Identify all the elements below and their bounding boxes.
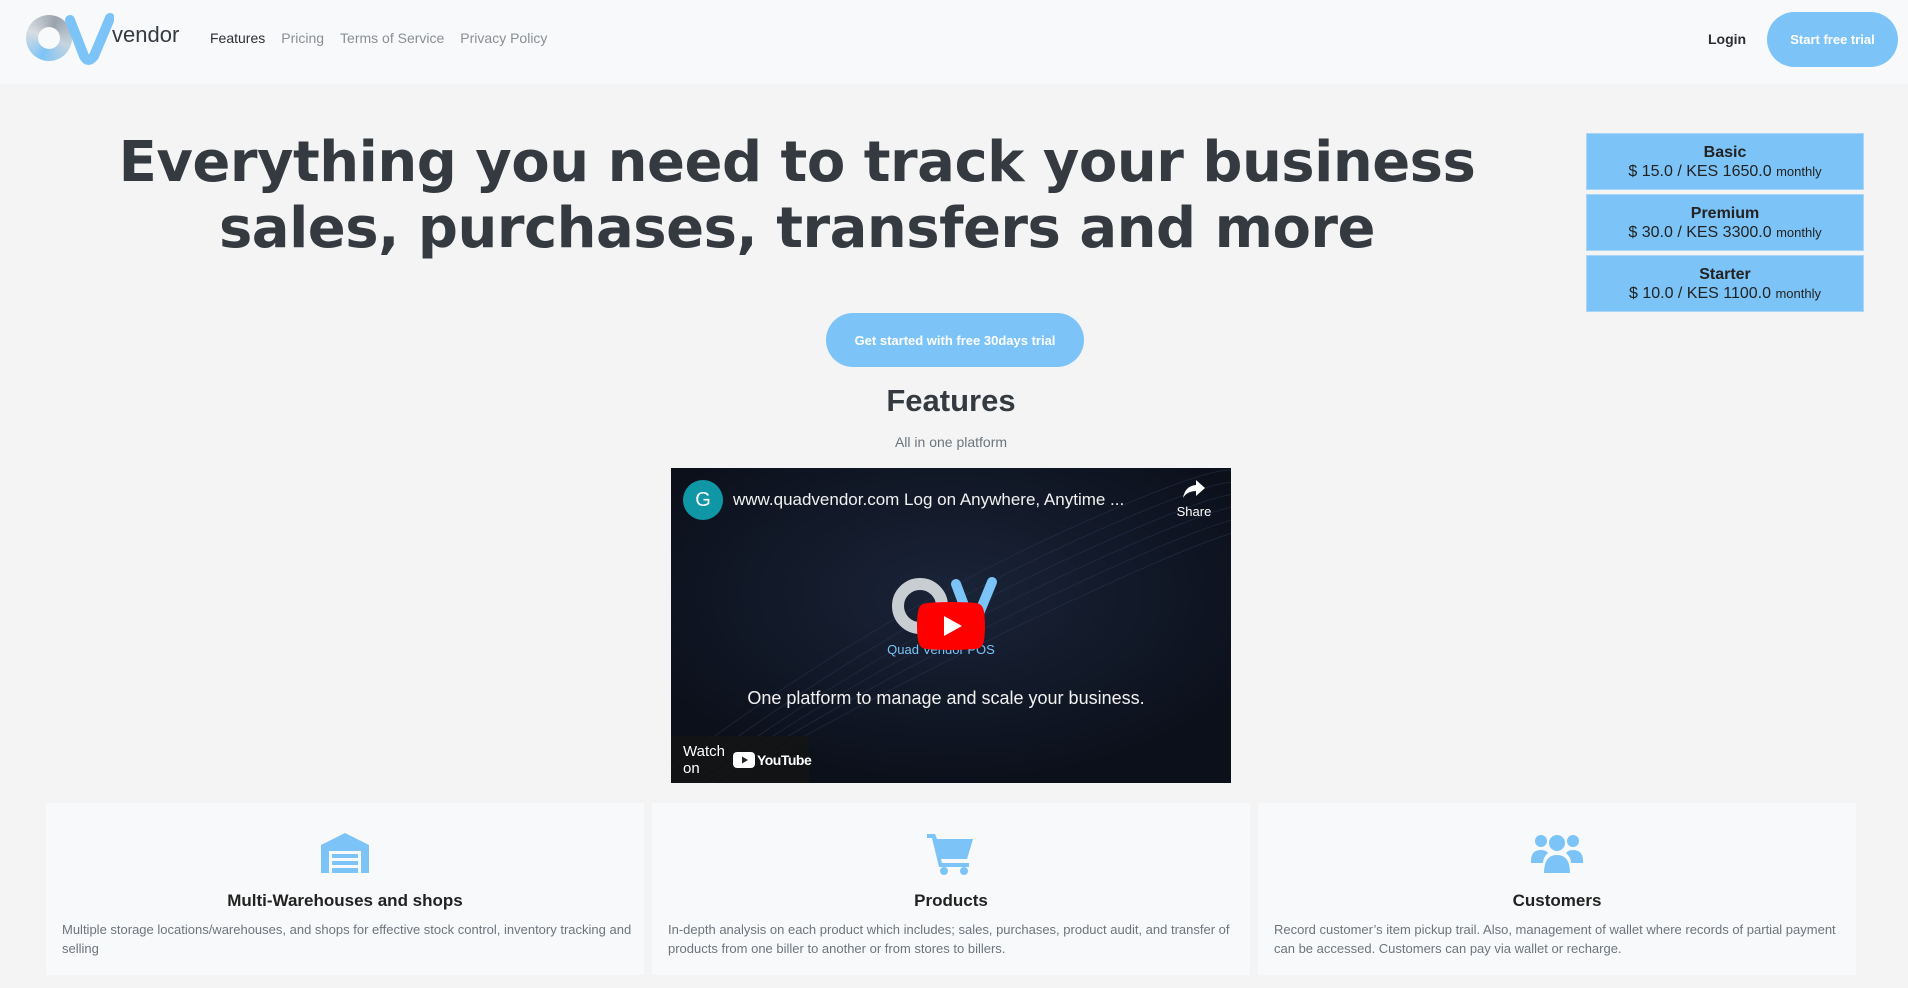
share-button[interactable]: Share <box>1169 478 1219 519</box>
share-icon <box>1183 480 1205 498</box>
plan-starter[interactable]: Starter $ 10.0 / KES 1100.0 monthly <box>1586 255 1864 312</box>
start-free-trial-button[interactable]: Start free trial <box>1767 12 1898 67</box>
watch-label: Watch on <box>683 742 725 777</box>
share-label: Share <box>1176 504 1212 519</box>
plan-price: $ 30.0 / KES 3300.0 <box>1628 224 1772 241</box>
plan-price: $ 10.0 / KES 1100.0 <box>1628 285 1772 302</box>
plan-period: monthly <box>1776 164 1822 179</box>
card-text: Record customer’s item pickup trail. Als… <box>1274 922 1836 956</box>
brand-logo[interactable]: vendor <box>24 12 194 68</box>
card-title: Products <box>914 891 988 910</box>
card-title: Customers <box>1512 891 1602 910</box>
play-icon[interactable] <box>917 602 985 650</box>
features-title: Features <box>886 383 1016 418</box>
card-text: Multiple storage locations/warehouses, a… <box>62 922 632 956</box>
feature-card-customers: Customers Record customer’s item pickup … <box>1258 803 1856 975</box>
video-tagline: One platform to manage and scale your bu… <box>747 688 1145 708</box>
plan-name: Basic <box>1703 144 1747 161</box>
navbar: vendor Features Pricing Terms of Service… <box>0 0 1908 84</box>
nav-links: Features Pricing Terms of Service Privac… <box>210 30 547 46</box>
login-link[interactable]: Login <box>1708 31 1746 47</box>
nav-item-pricing[interactable]: Pricing <box>281 30 324 46</box>
feature-card-products: Products In-depth analysis on each produ… <box>652 803 1250 975</box>
channel-avatar[interactable]: G <box>683 480 723 520</box>
youtube-video-embed[interactable]: G www.quadvendor.com Log on Anywhere, An… <box>671 468 1231 783</box>
plan-price: $ 15.0 / KES 1650.0 <box>1628 163 1772 180</box>
feature-card-warehouses: Multi-Warehouses and shops Multiple stor… <box>46 803 644 975</box>
plan-premium[interactable]: Premium $ 30.0 / KES 3300.0 monthly <box>1586 194 1864 251</box>
plan-name: Premium <box>1690 205 1760 222</box>
youtube-wordmark: YouTube <box>756 751 812 768</box>
pricing-plans: Basic $ 15.0 / KES 1650.0 monthly Premiu… <box>1586 133 1864 316</box>
cart-icon <box>927 834 973 875</box>
logo-mark-icon <box>24 12 114 68</box>
plan-period: monthly <box>1775 286 1821 301</box>
plan-name: Starter <box>1699 266 1751 283</box>
card-text: In-depth analysis on each product which … <box>668 922 1230 956</box>
video-title[interactable]: www.quadvendor.com Log on Anywhere, Anyt… <box>733 490 1124 510</box>
watch-on-youtube-button[interactable]: Watch on YouTube <box>671 736 812 783</box>
nav-item-privacy[interactable]: Privacy Policy <box>460 30 547 46</box>
plan-basic[interactable]: Basic $ 15.0 / KES 1650.0 monthly <box>1586 133 1864 190</box>
nav-item-terms[interactable]: Terms of Service <box>340 30 444 46</box>
hero-title: Everything you need to track your busine… <box>118 130 1476 261</box>
plan-period: monthly <box>1776 225 1822 240</box>
warehouse-icon <box>321 833 369 873</box>
youtube-logo-icon <box>732 751 755 768</box>
card-title: Multi-Warehouses and shops <box>227 891 463 910</box>
logo-text: vendor <box>112 22 180 47</box>
features-subtitle: All in one platform <box>894 434 1008 450</box>
users-icon <box>1531 835 1583 873</box>
nav-item-features[interactable]: Features <box>210 30 265 46</box>
get-started-button[interactable]: Get started with free 30days trial <box>826 313 1084 367</box>
